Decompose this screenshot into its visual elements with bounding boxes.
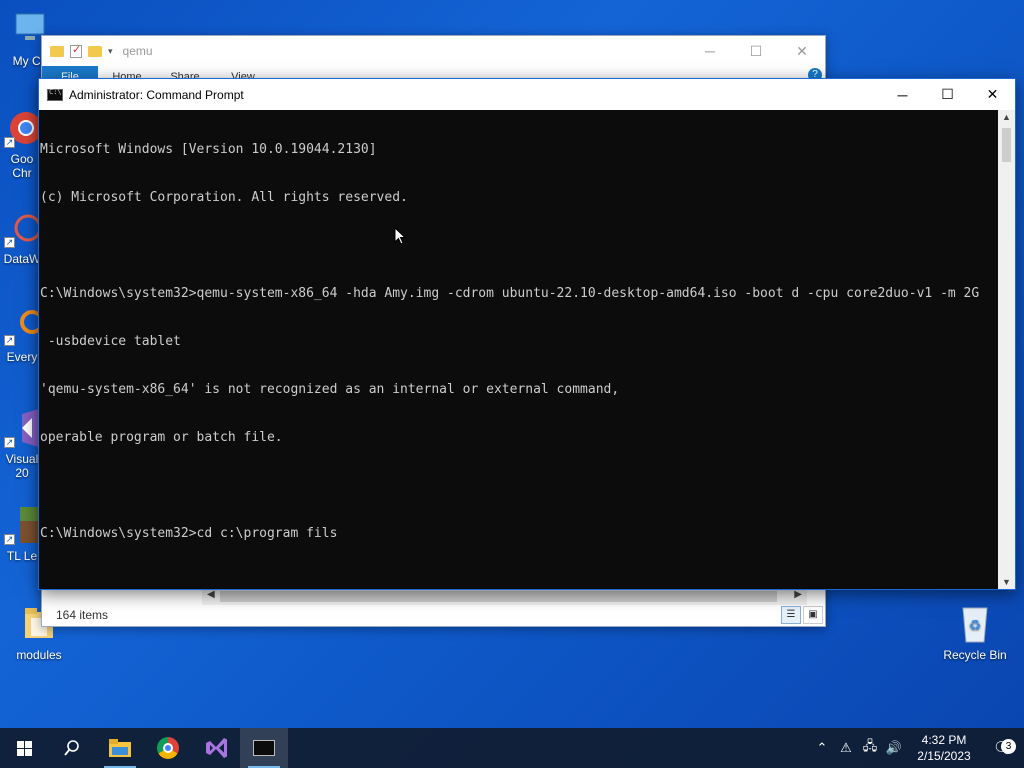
action-center-button[interactable]: 🗨 3 [982,738,1024,758]
network-icon[interactable]: 🖧 [858,737,882,759]
scroll-up-icon[interactable]: ▲ [998,112,1015,122]
taskbar-visual-studio[interactable] [192,728,240,768]
view-toggle: ☰ ▣ [781,606,823,624]
visual-studio-icon [206,738,227,758]
recycle-bin-icon: ♻ [957,604,993,644]
command-prompt-icon [47,88,63,101]
shortcut-arrow-icon: ↗ [4,335,15,346]
shortcut-arrow-icon: ↗ [4,437,15,448]
item-count: 164 items [56,608,109,622]
windows-logo-icon [16,740,32,756]
datawrapper-icon: ↗ [4,208,42,248]
window-title: Administrator: Command Prompt [69,87,244,102]
mouse-pointer-icon [394,227,406,245]
explorer-titlebar[interactable]: ▾ qemu ─ ☐ ✕ [42,36,825,66]
console-line: 'qemu-system-x86_64' is not recognized a… [40,382,620,397]
new-folder-icon[interactable] [88,45,102,57]
desktop-icon-label: Recycle Bin [943,648,1007,662]
cmd-titlebar[interactable]: Administrator: Command Prompt ─ ☐ ✕ [39,79,1015,110]
maximize-button[interactable]: ☐ [925,79,970,110]
minimize-button[interactable]: ─ [880,79,925,110]
visual-studio-icon: ↗ [4,408,42,448]
system-tray: ⌃ ⚠ 🖧 🔊 4:32 PM 2/15/2023 🗨 3 [810,728,1024,768]
chevron-up-icon[interactable]: ⌃ [810,740,834,756]
console-line: C:\Windows\system32>qemu-system-x86_64 -… [40,286,980,301]
clock-time: 4:32 PM [921,733,967,747]
window-title: qemu [122,44,153,58]
chevron-down-icon[interactable]: ▾ [108,46,113,57]
command-prompt-window[interactable]: Administrator: Command Prompt ─ ☐ ✕ Micr… [38,78,1016,590]
search-button[interactable] [48,728,96,768]
vertical-scrollbar[interactable]: ▲ ▼ [998,110,1015,589]
svg-text:♻: ♻ [969,617,982,633]
status-bar: 164 items [42,604,825,626]
shortcut-arrow-icon: ↗ [4,137,15,148]
taskbar-command-prompt[interactable] [240,728,288,768]
close-button[interactable]: ✕ [970,79,1015,110]
taskbar: ⌃ ⚠ 🖧 🔊 4:32 PM 2/15/2023 🗨 3 [0,728,1024,768]
console-line: operable program or batch file. [40,430,283,445]
scroll-left-icon[interactable]: ◀ [207,589,215,600]
taskbar-file-explorer[interactable] [96,728,144,768]
details-view-icon[interactable]: ☰ [781,606,801,624]
minecraft-launcher-icon: ↗ [4,505,44,545]
scrollbar-thumb[interactable] [1002,128,1011,162]
chrome-icon: ↗ [4,108,42,148]
quick-access-toolbar: ▾ [50,43,113,58]
clock[interactable]: 4:32 PM 2/15/2023 [906,732,982,764]
large-icons-view-icon[interactable]: ▣ [803,606,823,624]
command-input-line[interactable]: C:\Windows\system32>cd c:\program fils [40,526,998,542]
horizontal-scrollbar[interactable]: ◀ ▶ [202,588,807,605]
start-button[interactable] [0,728,48,768]
folder-icon [50,45,64,57]
console-output[interactable]: Microsoft Windows [Version 10.0.19044.21… [39,110,998,589]
desktop-icon-label: modules [16,648,62,662]
scrollbar-thumb[interactable] [220,591,777,602]
file-explorer-icon [109,739,131,757]
desktop-icon-recycle-bin[interactable]: ♻ Recycle Bin [940,604,1010,662]
clock-date: 2/15/2023 [917,749,971,763]
search-icon [64,740,79,756]
console-line: (c) Microsoft Corporation. All rights re… [40,190,408,205]
shortcut-arrow-icon: ↗ [4,534,15,545]
close-button[interactable]: ✕ [779,43,825,60]
scroll-right-icon[interactable]: ▶ [794,589,802,600]
volume-icon[interactable]: 🔊 [882,740,906,756]
properties-icon[interactable] [70,43,82,58]
security-icon[interactable]: ⚠ [834,740,858,756]
chrome-icon [157,737,179,759]
maximize-button[interactable]: ☐ [733,43,779,60]
search-everything-icon: ↗ [4,306,44,346]
console-line: -usbdevice tablet [40,334,181,349]
scroll-down-icon[interactable]: ▼ [998,577,1015,587]
taskbar-chrome[interactable] [144,728,192,768]
minimize-button[interactable]: ─ [687,43,733,60]
shortcut-arrow-icon: ↗ [4,237,15,248]
notification-badge: 3 [1001,739,1016,754]
console-line: Microsoft Windows [Version 10.0.19044.21… [40,142,377,157]
command-prompt-icon [253,740,275,756]
